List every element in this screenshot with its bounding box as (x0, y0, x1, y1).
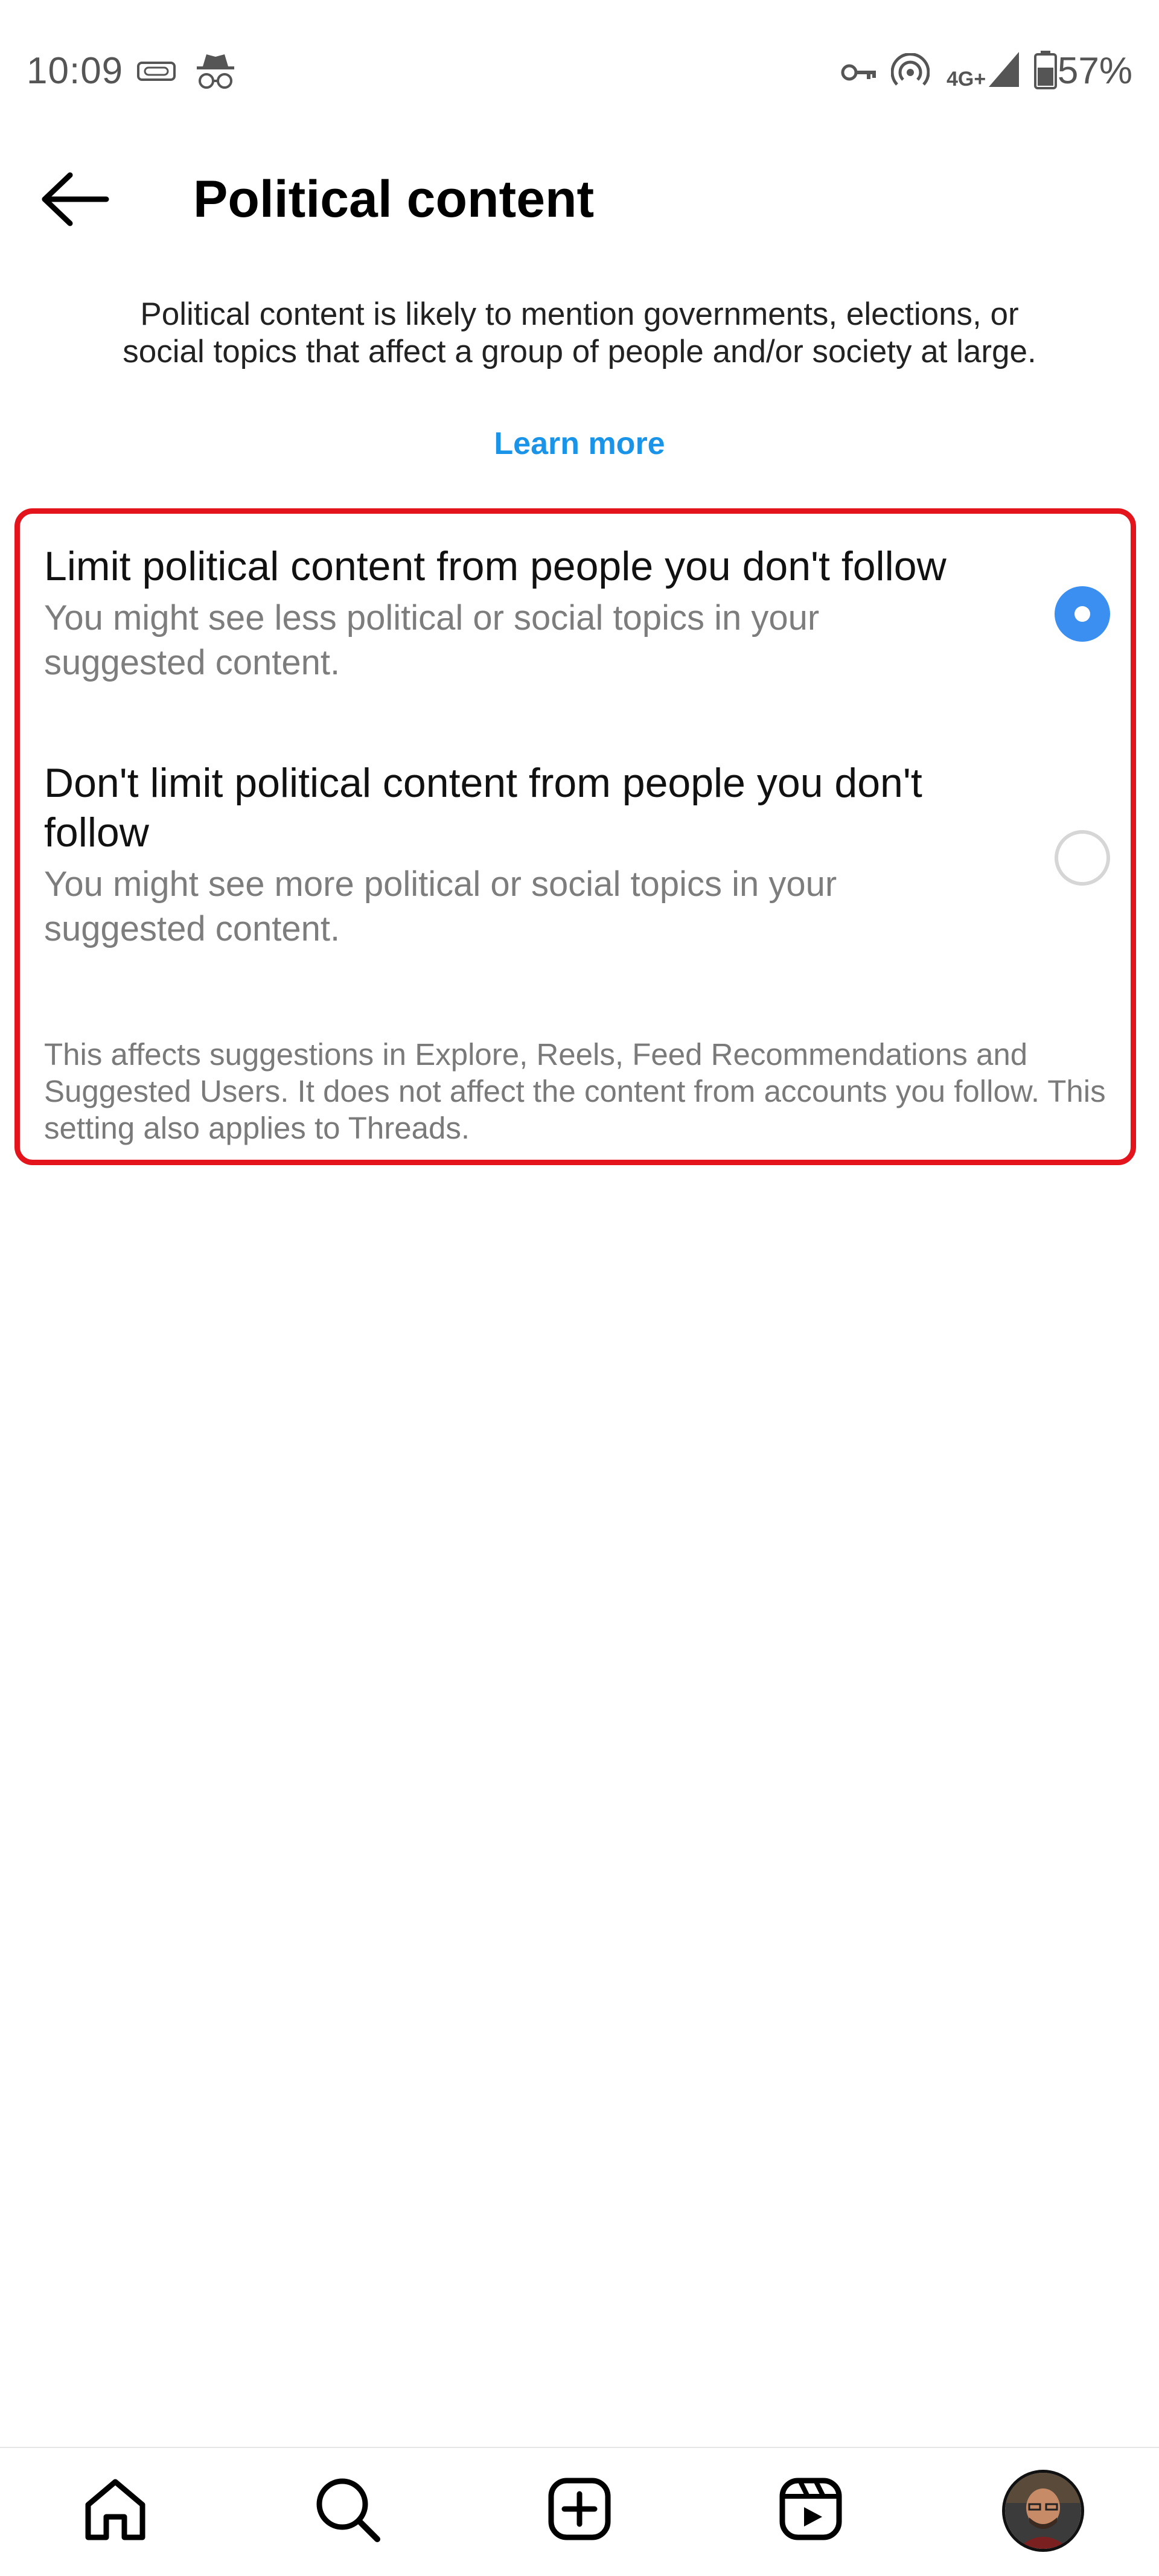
nav-profile[interactable] (1002, 2470, 1084, 2552)
description-text: Political content is likely to mention g… (123, 296, 1036, 369)
arrow-left-icon (42, 172, 109, 226)
key-icon (841, 64, 876, 81)
status-time: 10:09 (27, 50, 124, 92)
network-type: 4G+ (947, 68, 986, 91)
nav-reels[interactable] (771, 2470, 850, 2548)
radio-limit-selected[interactable] (1055, 586, 1110, 642)
home-icon (85, 2479, 145, 2540)
option-dont-limit-subtitle: You might see more political or social t… (44, 865, 837, 948)
incognito-icon (197, 54, 234, 89)
footnote-text: This affects suggestions in Explore, Ree… (44, 1037, 1106, 1145)
pill-icon (137, 62, 176, 81)
option-limit-subtitle: You might see less political or social t… (44, 598, 820, 682)
page-title: Political content (193, 170, 595, 228)
hotspot-icon (891, 53, 930, 86)
header: Political content (0, 151, 1159, 248)
nav-home[interactable] (76, 2470, 155, 2548)
signal-icon (989, 52, 1019, 87)
bottom-nav (0, 2447, 1159, 2576)
battery-percent: 57% (1057, 50, 1132, 92)
option-limit-title: Limit political content from people you … (44, 543, 947, 589)
option-limit[interactable]: Limit political content from people you … (44, 542, 1119, 685)
create-icon (548, 2478, 611, 2540)
option-dont-limit[interactable]: Don't limit political content from peopl… (44, 758, 1119, 951)
nav-create[interactable] (540, 2470, 619, 2548)
screen: 10:09 4G+ 57% Political content Politica… (0, 0, 1159, 2576)
radio-dont-limit-unselected[interactable] (1055, 830, 1110, 886)
back-button[interactable] (36, 169, 115, 229)
learn-more-link[interactable]: Learn more (0, 426, 1159, 462)
options-panel: Limit political content from people you … (14, 508, 1136, 1165)
status-bar: 10:09 4G+ 57% (0, 0, 1159, 145)
battery-icon (1034, 51, 1057, 89)
search-icon (316, 2478, 380, 2542)
option-dont-limit-title: Don't limit political content from peopl… (44, 760, 922, 855)
radio-dot (1074, 606, 1090, 622)
nav-search[interactable] (308, 2470, 386, 2548)
reels-icon (779, 2478, 842, 2540)
profile-avatar (1005, 2473, 1081, 2549)
